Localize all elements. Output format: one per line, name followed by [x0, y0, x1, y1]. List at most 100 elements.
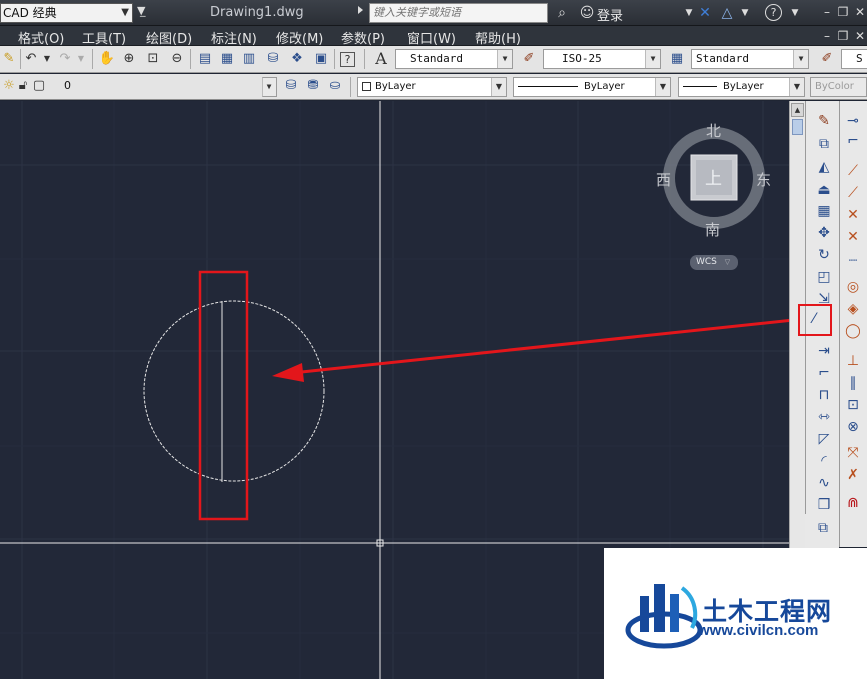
- help-icon[interactable]: ?: [765, 4, 782, 21]
- chamfer-icon[interactable]: ◸: [814, 429, 834, 449]
- osnap-settings-icon[interactable]: ⋒: [843, 493, 863, 513]
- menu-window[interactable]: 窗口(W): [407, 28, 456, 47]
- search-input[interactable]: [369, 3, 548, 23]
- calculator-icon[interactable]: ▣: [312, 50, 330, 68]
- workspace-select[interactable]: CAD 经典 ▼: [0, 3, 133, 23]
- dimension-style-icon[interactable]: ✐: [520, 50, 538, 68]
- quick-access-dropdown-icon[interactable]: ▼̲: [137, 4, 145, 17]
- snap-node-icon[interactable]: ⊗: [843, 417, 863, 437]
- dimension-style-select[interactable]: ISO-25 ▼: [543, 49, 661, 69]
- zoom-window-icon[interactable]: ⊡: [144, 50, 162, 68]
- exchange-x-icon[interactable]: ✕: [696, 4, 714, 22]
- table-style-icon[interactable]: ▦: [668, 50, 686, 68]
- sheet-set-icon[interactable]: ⛁: [264, 50, 282, 68]
- temp-track-point-icon[interactable]: ⊸: [843, 111, 863, 131]
- color-select[interactable]: ByLayer ▼: [357, 77, 507, 97]
- scroll-up-button[interactable]: ▲: [791, 103, 804, 117]
- drawn-circle[interactable]: [143, 300, 325, 482]
- explode-icon[interactable]: ❒: [814, 495, 834, 515]
- move-icon[interactable]: ✥: [814, 223, 834, 243]
- lineweight-select[interactable]: ByLayer ▼: [678, 77, 805, 97]
- snap-tangent-icon[interactable]: ◯: [843, 321, 863, 341]
- multileader-style-icon[interactable]: ✐: [818, 50, 836, 68]
- login-link[interactable]: 登录: [597, 5, 623, 24]
- search-expand-icon[interactable]: [358, 6, 363, 14]
- break-at-point-icon[interactable]: ⌐: [814, 363, 834, 383]
- table-style-select[interactable]: Standard ▼: [691, 49, 809, 69]
- snap-nearest-icon[interactable]: ⤧: [843, 443, 863, 463]
- layer-previous-icon[interactable]: ⛀: [326, 77, 344, 95]
- layer-manager-icon[interactable]: ⛁: [282, 77, 300, 95]
- text-style-select[interactable]: Standard ▼: [395, 49, 513, 69]
- snap-perpendicular-icon[interactable]: ⊥: [843, 351, 863, 371]
- break-icon[interactable]: ⊓: [814, 385, 834, 405]
- snap-quadrant-icon[interactable]: ◈: [843, 299, 863, 319]
- pan-hand-icon[interactable]: ✋: [98, 50, 116, 68]
- tool-palettes-icon[interactable]: ▥: [240, 50, 258, 68]
- snap-from-icon[interactable]: ⌐: [843, 131, 863, 151]
- viewcube-top-label[interactable]: 上: [705, 164, 722, 189]
- menu-draw[interactable]: 绘图(D): [146, 28, 192, 47]
- compass-north-label[interactable]: 北: [706, 120, 721, 141]
- snap-center-icon[interactable]: ◎: [843, 277, 863, 297]
- undo-dropdown-icon[interactable]: ▼: [38, 50, 56, 68]
- snap-none-icon[interactable]: ✗: [843, 465, 863, 485]
- help-icon[interactable]: ?: [340, 52, 355, 67]
- scroll-thumb[interactable]: [792, 119, 803, 135]
- mirror-icon[interactable]: ◭: [814, 157, 834, 177]
- array-icon[interactable]: ▦: [814, 201, 834, 221]
- doc-restore-button[interactable]: ❐: [836, 29, 850, 43]
- layer-select[interactable]: 0: [46, 77, 276, 97]
- multileader-style-select[interactable]: S: [841, 49, 867, 69]
- chevron-down-icon[interactable]: ▼: [736, 4, 754, 22]
- compass-west-label[interactable]: 西: [656, 169, 671, 190]
- layer-dropdown[interactable]: ▼: [262, 77, 277, 97]
- snap-extension-icon[interactable]: ┈: [843, 251, 863, 271]
- restore-window-button[interactable]: ❐: [836, 5, 850, 19]
- design-center-icon[interactable]: ▦: [218, 50, 236, 68]
- snap-parallel-icon[interactable]: ∥: [843, 373, 863, 393]
- make-current-layer-icon[interactable]: ⛃: [304, 77, 322, 95]
- join-icon[interactable]: ⇿: [814, 407, 834, 427]
- chevron-down-icon[interactable]: ▼: [786, 4, 804, 22]
- menu-dimension[interactable]: 标注(N): [211, 28, 257, 47]
- erase-icon[interactable]: ✎: [814, 111, 834, 131]
- menu-help[interactable]: 帮助(H): [475, 28, 521, 47]
- snap-apparent-intersection-icon[interactable]: ✕: [843, 227, 863, 247]
- match-properties-icon[interactable]: ✎: [0, 50, 18, 68]
- redo-dropdown-icon[interactable]: ▼: [72, 50, 90, 68]
- construction-line-button[interactable]: ⁄: [798, 304, 832, 336]
- rotate-icon[interactable]: ↻: [814, 245, 834, 265]
- menu-tools[interactable]: 工具(T): [82, 28, 126, 47]
- autodesk-a360-icon[interactable]: △: [718, 4, 736, 22]
- close-window-button[interactable]: ✕: [853, 5, 867, 19]
- menu-modify[interactable]: 修改(M): [276, 28, 323, 47]
- offset-icon[interactable]: ⏏: [814, 180, 834, 200]
- menu-parametric[interactable]: 参数(P): [341, 28, 385, 47]
- linetype-select[interactable]: ByLayer ▼: [513, 77, 671, 97]
- markup-icon[interactable]: ❖: [288, 50, 306, 68]
- blend-curves-icon[interactable]: ∿: [814, 473, 834, 493]
- minimize-window-button[interactable]: –: [820, 5, 834, 19]
- compass-east-label[interactable]: 东: [756, 169, 771, 190]
- snap-endpoint-icon[interactable]: ⟋: [843, 161, 863, 181]
- extend-icon[interactable]: ⇥: [814, 341, 834, 361]
- fillet-icon[interactable]: ◜: [814, 451, 834, 471]
- binoculars-icon[interactable]: ⌕: [553, 4, 571, 22]
- draworder-icon[interactable]: ⧉: [813, 518, 833, 538]
- zoom-previous-icon[interactable]: ⊖: [168, 50, 186, 68]
- menu-format[interactable]: 格式(O): [18, 28, 64, 47]
- scale-icon[interactable]: ◰: [814, 267, 834, 287]
- doc-minimize-button[interactable]: –: [820, 29, 834, 43]
- zoom-realtime-icon[interactable]: ⊕: [120, 50, 138, 68]
- snap-insert-icon[interactable]: ⊡: [843, 395, 863, 415]
- doc-close-button[interactable]: ✕: [853, 29, 867, 43]
- snap-midpoint-icon[interactable]: ⟋: [843, 183, 863, 203]
- text-style-icon[interactable]: A: [372, 50, 390, 68]
- user-icon[interactable]: ☺: [578, 4, 596, 22]
- wcs-menu[interactable]: WCS ▽: [690, 255, 738, 270]
- copy-icon[interactable]: ⧉: [814, 134, 834, 154]
- properties-icon[interactable]: ▤: [196, 50, 214, 68]
- snap-intersection-icon[interactable]: ✕: [843, 205, 863, 225]
- compass-south-label[interactable]: 南: [705, 219, 720, 240]
